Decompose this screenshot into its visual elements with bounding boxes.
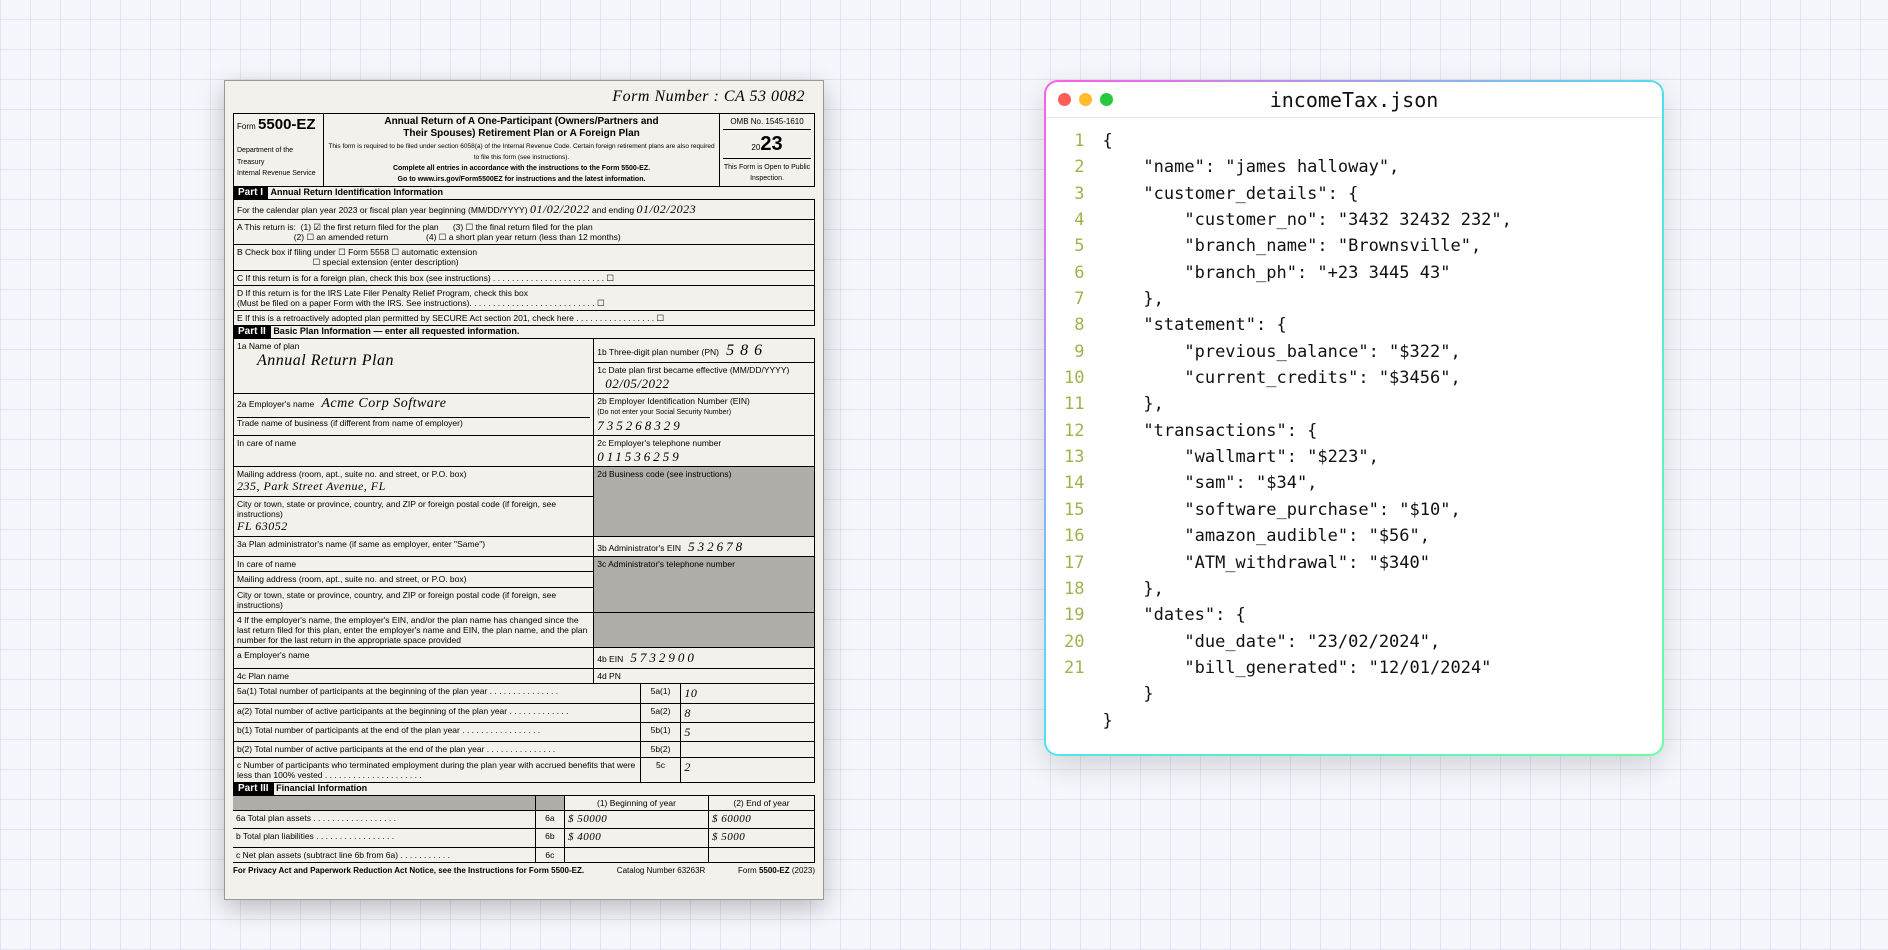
chk-amended: (2) ☐ an amended return bbox=[294, 232, 389, 242]
tax-form-document: Form Number : CA 53 0082 Form 5500-EZ De… bbox=[224, 80, 824, 900]
plan-year-begin: 01/02/2022 bbox=[530, 202, 590, 216]
code-editor: 1 2 3 4 5 6 7 8 9 10 11 12 13 14 15 16 1… bbox=[1046, 118, 1662, 754]
plan-year-end: 01/02/2023 bbox=[636, 202, 696, 216]
terminated-participants: 2 bbox=[684, 760, 691, 774]
chk-final-return: (3) ☐ the final return filed for the pla… bbox=[453, 222, 593, 232]
form-header: Form 5500-EZ Department of the Treasury … bbox=[233, 113, 815, 187]
employer-phone: 011536259 bbox=[597, 449, 682, 464]
active-participants-begin: 8 bbox=[684, 706, 691, 720]
form-footer: For Privacy Act and Paperwork Reduction … bbox=[233, 862, 815, 876]
admin-ein: 532678 bbox=[688, 539, 745, 554]
plan-effective-date: 02/05/2022 bbox=[597, 376, 669, 391]
liab-end: $ 5000 bbox=[712, 831, 745, 843]
prev-ein: 5732900 bbox=[630, 650, 697, 665]
plan-number: 586 bbox=[726, 342, 768, 359]
form-title: Annual Return of A One-Participant (Owne… bbox=[384, 116, 658, 139]
mailing-address: 235, Park Street Avenue, FL bbox=[237, 479, 386, 493]
line-numbers: 1 2 3 4 5 6 7 8 9 10 11 12 13 14 15 16 1… bbox=[1064, 128, 1102, 734]
chk-first-return: (1) ☑ the first return filed for the pla… bbox=[301, 222, 439, 232]
handwritten-form-number: Form Number : CA 53 0082 bbox=[612, 87, 805, 106]
participants-end: 5 bbox=[684, 725, 691, 739]
window-title: incomeTax.json bbox=[1046, 88, 1662, 112]
code-window: incomeTax.json 1 2 3 4 5 6 7 8 9 10 11 1… bbox=[1044, 80, 1664, 756]
assets-begin: $ 50000 bbox=[568, 813, 607, 825]
ein: 735268329 bbox=[597, 418, 683, 433]
participants-begin: 10 bbox=[684, 686, 697, 700]
part-i-heading: Part I Annual Return Identification Info… bbox=[233, 187, 815, 199]
window-titlebar: incomeTax.json bbox=[1046, 82, 1662, 118]
part-ii-heading: Part II Basic Plan Information — enter a… bbox=[233, 326, 815, 338]
part-iii-heading: Part III Financial Information bbox=[233, 783, 815, 795]
city-state-zip: FL 63052 bbox=[237, 519, 288, 533]
chk-short-year: (4) ☐ a short plan year return (less tha… bbox=[426, 232, 621, 242]
code-content: { "name": "james halloway", "customer_de… bbox=[1102, 128, 1511, 734]
plan-name: Annual Return Plan bbox=[237, 352, 394, 369]
liab-begin: $ 4000 bbox=[568, 831, 601, 843]
assets-end: $ 60000 bbox=[712, 813, 751, 825]
employer-name: Acme Corp Software bbox=[321, 396, 446, 411]
form-year: 23 bbox=[760, 133, 782, 155]
